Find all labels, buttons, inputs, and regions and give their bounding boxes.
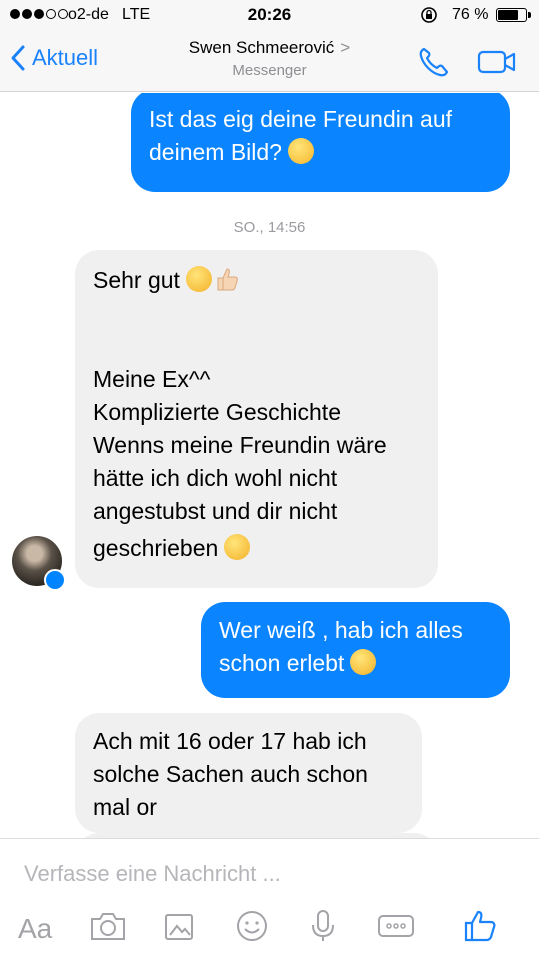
message-line: Ist das eig deine Freundin auf — [149, 106, 453, 132]
message-sent[interactable]: Wer weiß , hab ich alles schon erlebt — [201, 602, 510, 698]
message-line: Komplizierte Geschichte — [93, 399, 341, 425]
message-received[interactable]: Ach mit 16 oder 17 hab ich solche Sachen… — [75, 713, 422, 833]
status-bar: o2-de LTE 20:26 76 % — [0, 0, 539, 30]
message-line: Ach mit 16 oder 17 hab ich — [93, 728, 367, 754]
contact-subtitle: Messenger — [232, 62, 307, 79]
battery-icon — [496, 8, 531, 22]
emoji-icon[interactable] — [234, 909, 270, 943]
microphone-icon[interactable] — [308, 909, 338, 943]
message-sent[interactable]: Ist das eig deine Freundin auf deinem Bi… — [131, 93, 510, 192]
grinning-face-emoji-icon — [224, 534, 251, 560]
camera-icon[interactable] — [88, 909, 128, 943]
text-format-button[interactable]: Aa — [18, 913, 52, 945]
thumbs-up-emoji-icon — [217, 268, 238, 291]
message-line: hätte ich dich wohl nicht — [93, 465, 338, 491]
thinking-face-emoji-icon — [287, 138, 314, 164]
conversation-header: Aktuell Swen Schmeerović > Messenger — [0, 30, 539, 92]
message-line: deinem Bild? — [149, 139, 282, 165]
message-line: solche Sachen auch schon — [93, 761, 368, 787]
phone-icon[interactable] — [416, 44, 452, 80]
battery-percent: 76 % — [452, 6, 489, 23]
more-options-icon[interactable] — [376, 909, 416, 943]
message-line: Sehr gut — [93, 267, 180, 293]
chevron-right-icon: > — [340, 38, 351, 57]
message-input[interactable] — [24, 861, 504, 887]
like-button-thumbs-up-icon[interactable] — [462, 909, 498, 943]
video-camera-icon[interactable] — [477, 48, 517, 76]
contact-name: Swen Schmeerović — [188, 38, 335, 57]
contact-title[interactable]: Swen Schmeerović > Messenger — [0, 38, 539, 79]
message-line: angestubst und dir nicht — [93, 498, 338, 524]
rotation-lock-icon — [421, 7, 437, 23]
message-composer: Aa — [0, 838, 539, 960]
battery-level — [498, 10, 518, 20]
smiling-face-emoji-icon — [185, 266, 212, 292]
message-line: Wer weiß , hab ich alles — [219, 617, 463, 643]
message-line: mal or — [93, 794, 157, 820]
message-received[interactable]: Sehr gut Meine Ex^^ Komplizierte Geschic… — [75, 250, 438, 588]
message-line: Wenns meine Freundin wäre — [93, 432, 387, 458]
timestamp-divider: SO., 14:56 — [233, 219, 306, 236]
messenger-badge-icon — [44, 569, 66, 591]
message-line: Meine Ex^^ — [93, 366, 211, 392]
message-line: schon erlebt — [219, 650, 345, 676]
upside-down-face-emoji-icon — [350, 649, 377, 675]
message-line: geschrieben — [93, 535, 219, 561]
message-list[interactable]: Ist das eig deine Freundin auf deinem Bi… — [0, 93, 539, 838]
photo-gallery-icon[interactable] — [162, 909, 198, 943]
